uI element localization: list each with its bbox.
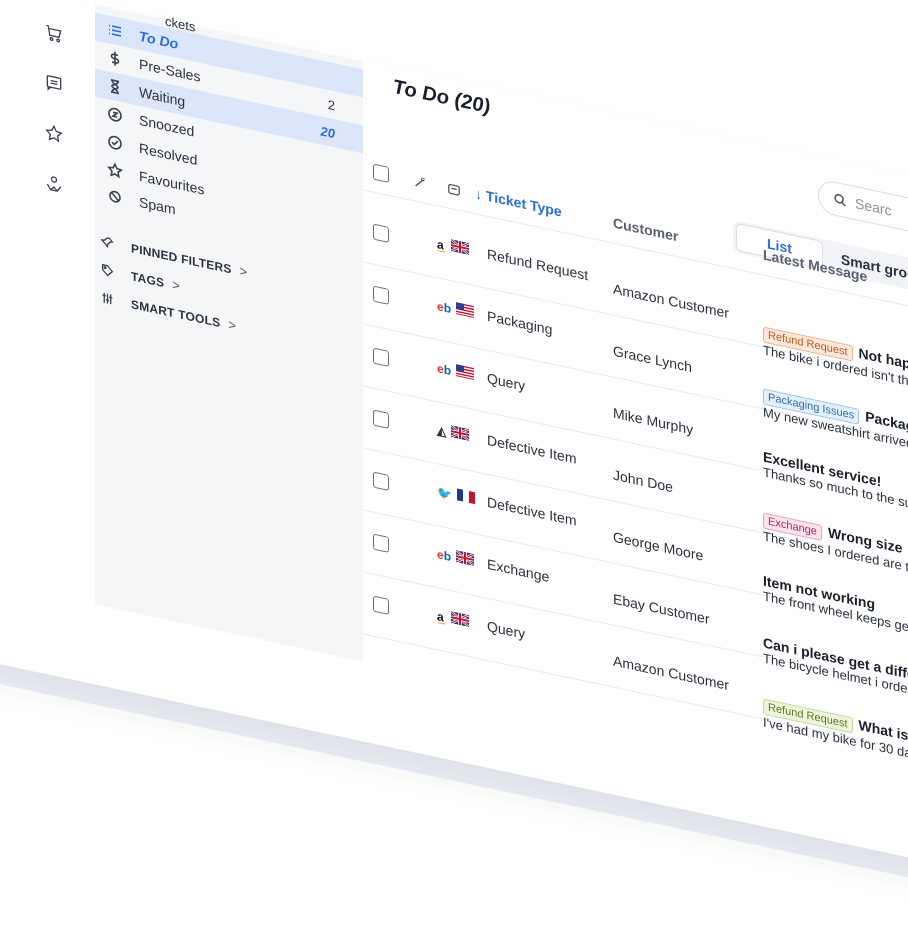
messages-icon[interactable]: [42, 69, 66, 98]
app-stage: ckets To Do Pre-Sales 2 Waiting 20 Snooz…: [0, 0, 908, 944]
row-checkbox[interactable]: [373, 595, 389, 615]
list-icon: [107, 21, 129, 42]
uk-flag-icon: [451, 424, 470, 446]
row-checkbox[interactable]: [373, 409, 389, 429]
cart-icon[interactable]: [42, 19, 66, 48]
customer-cell: Amazon Customer: [613, 652, 729, 694]
customer-cell: John Doe: [613, 466, 673, 496]
app-window: ckets To Do Pre-Sales 2 Waiting 20 Snooz…: [0, 0, 908, 937]
ticket-type-cell: Defective Item: [487, 431, 577, 467]
section-label: SMART TOOLS: [131, 296, 221, 330]
search-icon: [834, 193, 846, 207]
tags-section[interactable]: TAGS >: [95, 260, 181, 294]
star-icon[interactable]: [42, 119, 66, 148]
block-icon: [107, 187, 129, 208]
chevron-right-icon: >: [172, 276, 181, 294]
page-title: To Do (20): [393, 75, 491, 119]
uk-flag-icon: [451, 238, 469, 260]
ticket-type-cell: Packaging: [487, 307, 553, 338]
uk-flag-icon: [451, 610, 469, 632]
channel-badge: 🐦: [437, 483, 475, 509]
section-label: TAGS: [131, 268, 165, 290]
row-checkbox[interactable]: [373, 533, 389, 553]
us-flag-icon: [456, 363, 475, 385]
us-flag-icon: [456, 301, 475, 323]
sliders-icon: [101, 291, 123, 309]
customer-cell: Grace Lynch: [613, 342, 692, 376]
channel-badge: eb: [437, 359, 475, 385]
ticket-type-cell: Exchange: [487, 555, 550, 586]
ticket-type-cell: Query: [487, 617, 526, 642]
customer-cell: Amazon Customer: [613, 280, 729, 322]
sidebar-item-count: 2: [327, 96, 335, 113]
channel-badge: eb: [437, 297, 475, 323]
column-label: Ticket Type: [485, 187, 562, 220]
search-placeholder: Searc: [855, 194, 892, 219]
fr-flag-icon: [456, 487, 475, 509]
chevron-right-icon: >: [228, 316, 237, 334]
hourglass-icon: [107, 77, 129, 98]
column-header-customer[interactable]: Customer: [613, 215, 678, 245]
twitter-icon: 🐦: [437, 485, 452, 503]
ebay-icon: eb: [437, 361, 452, 379]
icon-rail: [0, 0, 96, 605]
amazon-icon: a: [437, 609, 446, 626]
customer-cell: Mike Murphy: [613, 404, 694, 438]
chevron-right-icon: >: [239, 263, 248, 280]
snooze-icon: [107, 105, 129, 126]
row-checkbox[interactable]: [373, 223, 389, 243]
sidebar-item-count: 20: [320, 122, 335, 141]
amazon-icon: a: [437, 237, 446, 254]
magic-wand-icon[interactable]: [413, 174, 427, 191]
channel-badge: eb: [437, 545, 475, 571]
row-checkbox[interactable]: [373, 471, 389, 491]
uk-flag-icon: [456, 549, 475, 571]
customer-cell: Ebay Customer: [613, 590, 710, 628]
ebay-icon: eb: [437, 547, 452, 565]
send-icon: ◭: [437, 423, 447, 440]
main-content: To Do (20) Searc List Smart grou ↓ Ticke…: [363, 61, 908, 857]
ebay-icon: eb: [437, 299, 452, 317]
row-checkbox[interactable]: [373, 347, 389, 367]
select-all-checkbox[interactable]: [373, 163, 389, 183]
customer-cell: George Moore: [613, 528, 704, 564]
check-circle-icon: [107, 133, 129, 154]
ticket-type-cell: Defective Item: [487, 493, 577, 529]
inbox-icon[interactable]: [447, 181, 461, 198]
dollar-icon: [107, 49, 129, 70]
tag-icon: [101, 263, 123, 281]
sort-arrow-down-icon: ↓: [475, 185, 486, 204]
channel-badge: a: [437, 235, 469, 260]
channel-badge: ◭: [437, 421, 470, 446]
pin-icon: [101, 235, 123, 253]
star-icon: [107, 161, 129, 182]
smart-tools-section[interactable]: SMART TOOLS >: [95, 288, 236, 333]
folder-sidebar: ckets To Do Pre-Sales 2 Waiting 20 Snooz…: [95, 4, 364, 662]
row-checkbox[interactable]: [373, 285, 389, 305]
channel-badge: a: [437, 607, 469, 632]
customer-support-icon[interactable]: [42, 169, 66, 198]
latest-message-cell: Refund RequestWhat is your returns poliI…: [763, 696, 908, 785]
ticket-type-cell: Query: [487, 369, 526, 394]
ticket-type-cell: Refund Request: [487, 245, 589, 284]
column-header-ticket-type[interactable]: ↓ Ticket Type: [475, 185, 562, 219]
